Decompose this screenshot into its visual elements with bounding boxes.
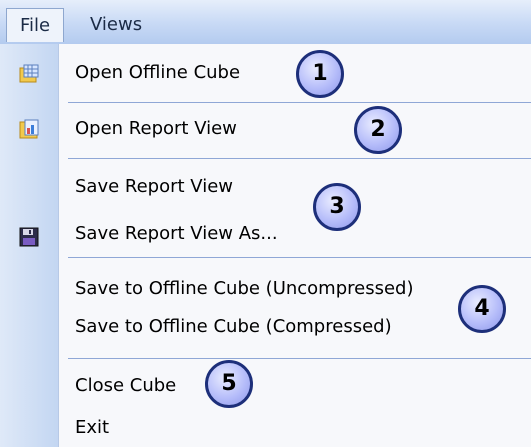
callout-badge: 5 xyxy=(205,360,253,408)
file-menu[interactable]: File xyxy=(6,8,64,42)
grid-cube-icon xyxy=(19,64,39,83)
floppy-disk-icon xyxy=(19,227,39,247)
menu-bar: File Views xyxy=(0,0,531,45)
menu-separator xyxy=(68,257,531,258)
menu-item-exit[interactable]: Exit xyxy=(75,416,109,440)
callout-badge: 2 xyxy=(354,106,402,154)
menu-item-save-report-view-as[interactable]: Save Report View As... xyxy=(75,222,278,246)
callout-badge: 4 xyxy=(458,285,506,333)
callout-badge: 3 xyxy=(313,183,361,231)
menu-item-close-cube[interactable]: Close Cube xyxy=(75,374,176,398)
menu-separator xyxy=(68,158,531,159)
menu-item-save-report-view[interactable]: Save Report View xyxy=(75,175,233,199)
menu-separator xyxy=(68,358,531,359)
menu-separator xyxy=(68,102,531,103)
menu-item-save-offline-compressed[interactable]: Save to Offline Cube (Compressed) xyxy=(75,315,392,339)
report-chart-icon xyxy=(19,119,39,139)
callout-badge: 1 xyxy=(296,50,344,98)
menu-item-open-report-view[interactable]: Open Report View xyxy=(75,117,237,141)
views-menu[interactable]: Views xyxy=(90,8,142,42)
menu-item-open-offline-cube[interactable]: Open Offline Cube xyxy=(75,61,240,85)
menu-item-save-offline-uncompressed[interactable]: Save to Offline Cube (Uncompressed) xyxy=(75,277,414,301)
